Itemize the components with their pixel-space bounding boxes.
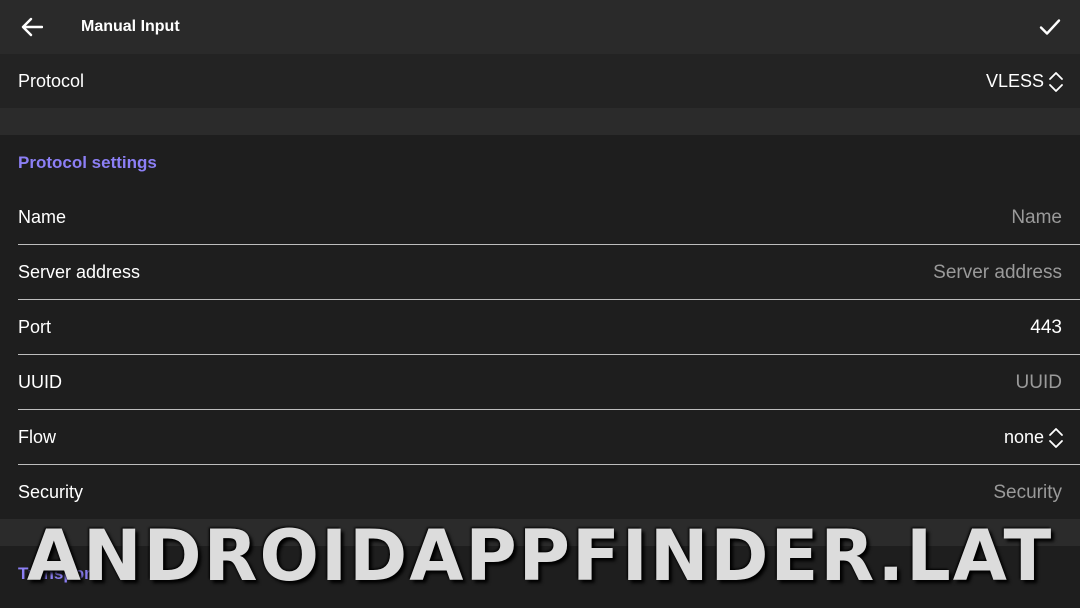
confirm-button[interactable] [1032, 9, 1068, 45]
flow-value[interactable]: none [1004, 410, 1064, 465]
protocol-selector[interactable]: Protocol VLESS [0, 54, 1080, 109]
server-address-label: Server address [18, 262, 141, 282]
protocol-label: Protocol [18, 71, 85, 91]
uuid-label: UUID [18, 372, 62, 392]
name-label: Name [18, 207, 67, 227]
port-input[interactable]: 443 [1030, 300, 1062, 355]
flow-selected-value: none [1003, 427, 1044, 447]
name-field-row[interactable]: Name Name [0, 190, 1080, 245]
flow-selector-row[interactable]: Flow none [0, 410, 1080, 465]
unfold-icon [1049, 71, 1063, 92]
security-field-row[interactable]: Security Security [0, 465, 1080, 520]
server-address-field-row[interactable]: Server address Server address [0, 245, 1080, 300]
section-header-transport: Transport [18, 564, 97, 583]
uuid-field-row[interactable]: UUID UUID [0, 355, 1080, 410]
port-field-row[interactable]: Port 443 [0, 300, 1080, 355]
port-label: Port [18, 317, 52, 337]
section-spacer [0, 108, 1080, 135]
section-header-protocol-settings: Protocol settings [18, 153, 157, 172]
server-address-input[interactable]: Server address [933, 245, 1062, 300]
unfold-icon [1049, 427, 1063, 448]
page-title: Manual Input [81, 18, 180, 35]
security-input[interactable]: Security [993, 465, 1062, 520]
back-button[interactable] [14, 9, 50, 45]
top-app-bar: Manual Input [0, 0, 1080, 54]
uuid-input[interactable]: UUID [1016, 355, 1062, 410]
protocol-selected-value: VLESS [985, 71, 1044, 91]
arrow-left-icon [21, 17, 43, 37]
flow-label: Flow [18, 427, 57, 447]
section-spacer [0, 519, 1080, 546]
name-input[interactable]: Name [1011, 190, 1062, 245]
check-icon [1039, 19, 1061, 35]
security-label: Security [18, 482, 84, 502]
protocol-value[interactable]: VLESS [986, 54, 1064, 109]
